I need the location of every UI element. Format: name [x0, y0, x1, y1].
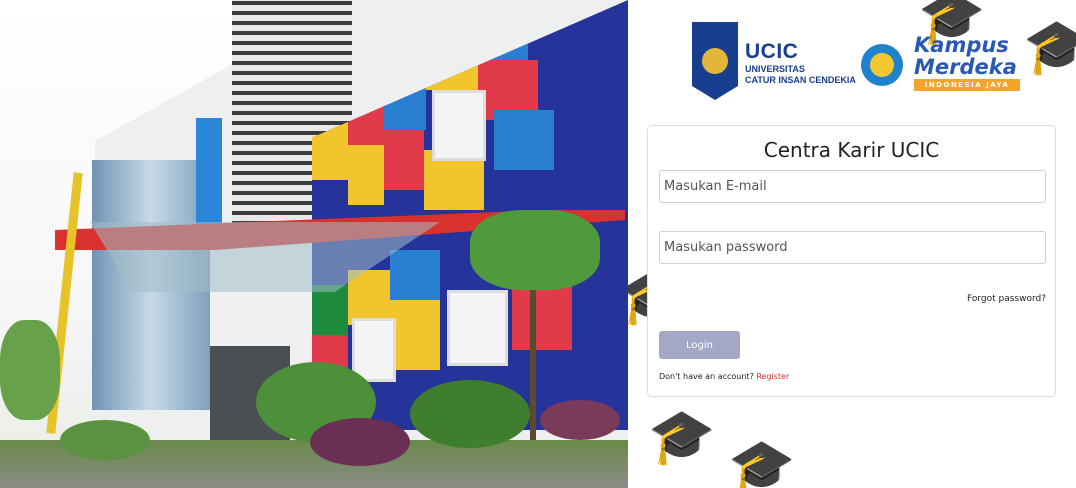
forgot-password-link[interactable]: Forgot password? — [967, 294, 1046, 304]
graduation-cap-icon: 🎓 — [1023, 15, 1076, 78]
ucic-subtitle-line-2: CATUR INSAN CENDEKIA — [745, 75, 856, 85]
tree-trunk — [530, 290, 536, 440]
tree — [470, 210, 600, 290]
kampus-merdeka-line-2: Merdeka — [914, 55, 1017, 79]
kampus-merdeka-wordmark: Kampus Merdeka — [914, 34, 1017, 78]
ucic-logo-icon — [692, 22, 738, 100]
ucic-logo-subtitle: UNIVERSITAS CATUR INSAN CENDEKIA — [745, 64, 856, 86]
graduation-cap-icon: 🎓 — [648, 405, 716, 468]
login-title: Centra Karir UCIC — [763, 138, 940, 162]
login-button[interactable]: Login — [659, 331, 740, 359]
campus-building-photo — [0, 0, 628, 488]
password-input[interactable] — [659, 231, 1046, 264]
kampus-merdeka-emblem-icon — [861, 44, 903, 86]
graduation-cap-icon: 🎓 — [728, 435, 796, 488]
bush — [540, 400, 620, 440]
kampus-merdeka-band: INDONESIA JAYA — [914, 79, 1020, 91]
email-input[interactable] — [659, 170, 1046, 203]
ucic-logo-title: UCIC — [745, 40, 799, 63]
register-link[interactable]: Register — [756, 372, 789, 381]
bush — [60, 420, 150, 460]
building-blue-pillar — [196, 118, 222, 238]
register-row: Don't have an account? Register — [659, 372, 789, 381]
ucic-subtitle-line-1: UNIVERSITAS — [745, 64, 805, 74]
palm-tree — [0, 320, 60, 420]
bush — [310, 418, 410, 466]
no-account-text: Don't have an account? — [659, 372, 754, 381]
bush — [410, 380, 530, 448]
kampus-merdeka-line-1: Kampus — [914, 33, 1009, 57]
